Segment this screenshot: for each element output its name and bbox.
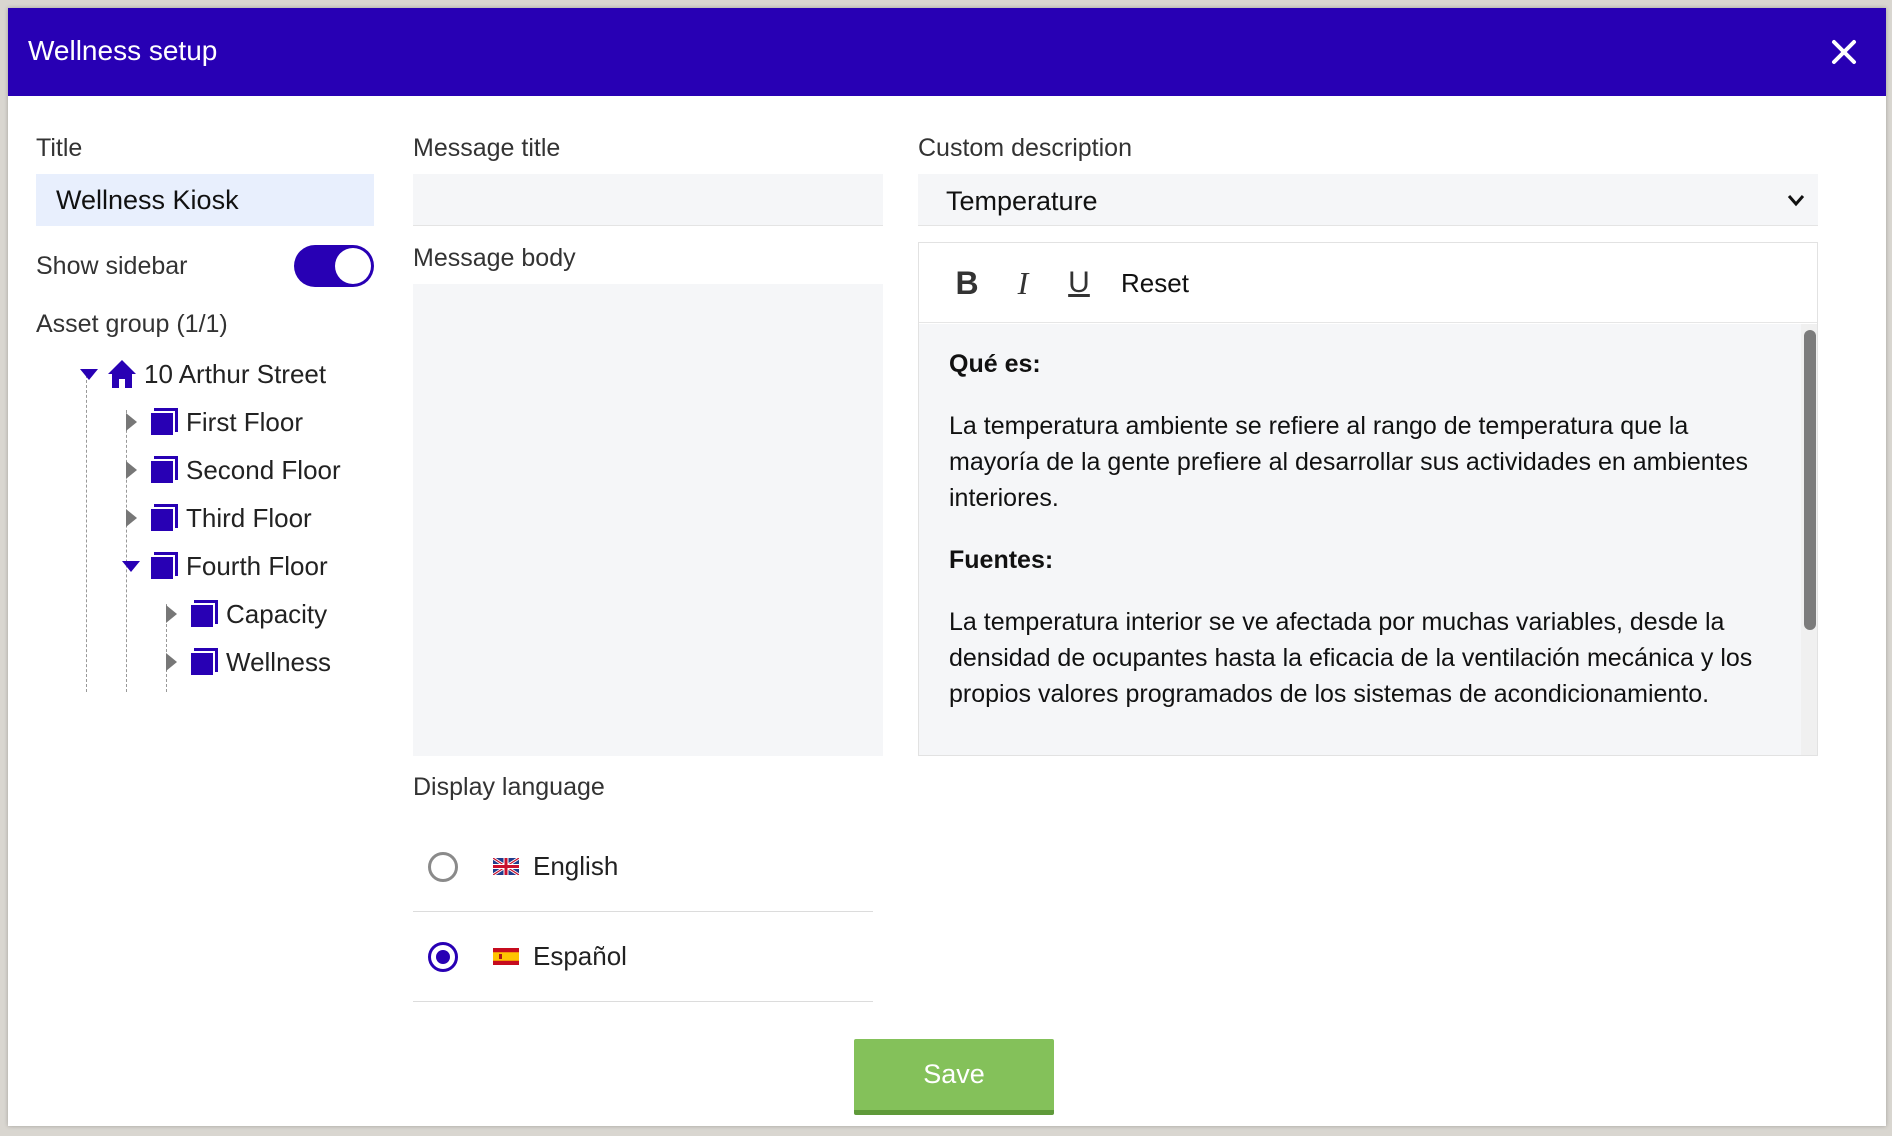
tree-node-first-floor[interactable]: First Floor	[120, 402, 303, 442]
tree-node-fourth-floor[interactable]: Fourth Floor	[120, 546, 328, 586]
wellness-setup-dialog: Wellness setup Title Show sidebar Asset …	[8, 8, 1886, 1126]
floor-icon	[149, 456, 178, 485]
tree-guide-line	[86, 370, 87, 692]
tree-label-first-floor: First Floor	[186, 406, 303, 437]
toggle-knob	[335, 248, 371, 284]
title-input[interactable]	[36, 174, 374, 226]
tree-node-third-floor[interactable]: Third Floor	[120, 498, 312, 538]
custom-description-label: Custom description	[918, 134, 1132, 162]
espanol-label: Español	[533, 941, 627, 971]
dialog-header: Wellness setup	[8, 8, 1886, 96]
caret-right-icon[interactable]	[120, 411, 142, 433]
espanol-radio[interactable]	[428, 941, 458, 972]
language-option-espanol[interactable]: Español	[413, 912, 873, 1002]
caret-right-icon[interactable]	[120, 507, 142, 529]
editor-toolbar: B I U Reset	[919, 243, 1817, 323]
floor-icon	[149, 504, 178, 533]
tree-label-second-floor: Second Floor	[186, 454, 341, 485]
content-paragraph: La temperatura ambiente se refiere al ra…	[949, 412, 1749, 512]
caret-right-icon[interactable]	[120, 459, 142, 481]
home-icon	[108, 360, 136, 388]
english-radio[interactable]	[428, 851, 458, 882]
tree-node-root[interactable]: 10 Arthur Street	[78, 354, 326, 394]
caret-right-icon[interactable]	[160, 651, 182, 673]
underline-button[interactable]: U	[1061, 263, 1097, 303]
close-icon	[1832, 40, 1856, 64]
tree-label-wellness: Wellness	[226, 646, 332, 677]
reset-button[interactable]: Reset	[1113, 263, 1197, 303]
content-heading-fuentes: Fuentes:	[949, 546, 1054, 574]
description-select-value: Temperature	[946, 186, 1098, 216]
tree-label-fourth-floor: Fourth Floor	[186, 550, 328, 581]
tree-node-capacity[interactable]: Capacity	[160, 594, 327, 634]
editor-content[interactable]: Qué es: La temperatura ambiente se refie…	[919, 324, 1803, 755]
description-select[interactable]: Temperature	[918, 174, 1818, 226]
content-paragraph: La temperatura interior se ve afectada p…	[949, 608, 1753, 708]
editor-scrollbar[interactable]	[1801, 324, 1817, 755]
floor-icon	[149, 552, 178, 581]
tree-label-capacity: Capacity	[226, 598, 328, 629]
scrollbar-thumb[interactable]	[1804, 330, 1816, 630]
tree-node-wellness[interactable]: Wellness	[160, 642, 331, 682]
caret-down-icon[interactable]	[78, 363, 100, 385]
asset-group-label: Asset group (1/1)	[36, 310, 228, 338]
language-option-english[interactable]: English	[413, 822, 873, 912]
tree-node-second-floor[interactable]: Second Floor	[120, 450, 341, 490]
floor-icon	[189, 600, 218, 629]
message-title-label: Message title	[413, 134, 561, 162]
message-body-textarea[interactable]	[413, 284, 883, 756]
save-button[interactable]: Save	[854, 1039, 1054, 1115]
floor-icon	[149, 408, 178, 437]
uk-flag-icon	[493, 858, 519, 875]
show-sidebar-toggle[interactable]	[294, 245, 374, 287]
tree-label-third-floor: Third Floor	[186, 502, 312, 533]
show-sidebar-label: Show sidebar	[36, 252, 188, 280]
display-language-label: Display language	[413, 773, 605, 801]
italic-button[interactable]: I	[1005, 263, 1041, 303]
bold-button[interactable]: B	[949, 263, 985, 303]
floor-icon	[189, 648, 218, 677]
spain-flag-icon	[493, 948, 519, 965]
english-label: English	[533, 851, 619, 881]
chevron-down-icon	[1787, 195, 1805, 207]
tree-label-arthur-street: 10 Arthur Street	[144, 358, 327, 389]
caret-down-icon[interactable]	[120, 555, 142, 577]
caret-right-icon[interactable]	[160, 603, 182, 625]
close-button[interactable]	[1824, 32, 1864, 72]
dialog-title: Wellness setup	[28, 35, 218, 66]
content-heading-que-es: Qué es:	[949, 350, 1041, 378]
message-title-input[interactable]	[413, 174, 883, 226]
rich-text-editor: B I U Reset Qué es: La temperatura ambie…	[918, 242, 1818, 756]
title-label: Title	[36, 134, 83, 162]
message-body-label: Message body	[413, 244, 576, 272]
